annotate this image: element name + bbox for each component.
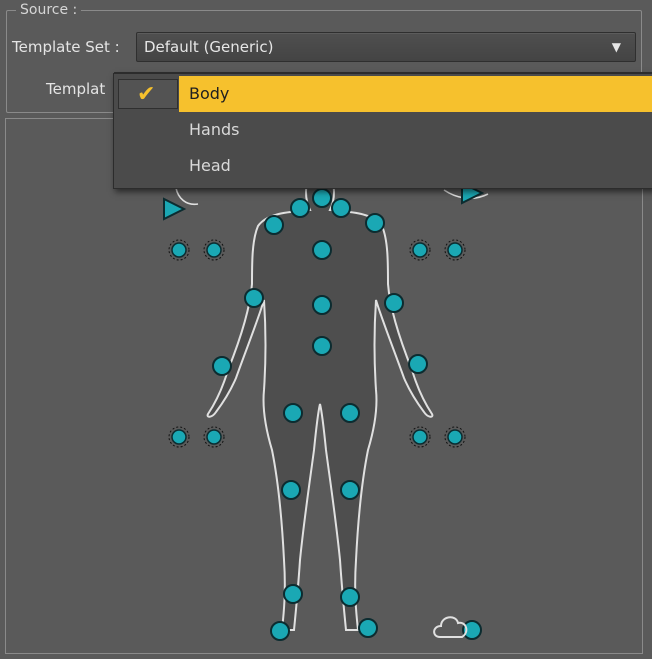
body-silhouette xyxy=(206,168,434,631)
menu-item-hands[interactable]: Hands xyxy=(114,112,652,148)
joint-node-rcollar[interactable] xyxy=(331,198,351,218)
dotted-node[interactable] xyxy=(447,242,463,258)
joint-node-rhand[interactable] xyxy=(408,354,428,374)
joint-node-chest[interactable] xyxy=(312,240,332,260)
menu-item-label: Body xyxy=(189,84,230,103)
dotted-node[interactable] xyxy=(412,429,428,445)
joint-node-lshoulder[interactable] xyxy=(264,215,284,235)
menu-item-label: Hands xyxy=(189,120,240,139)
joint-node-lshin[interactable] xyxy=(283,584,303,604)
joint-node-rshin[interactable] xyxy=(340,587,360,607)
joint-node-lcollar[interactable] xyxy=(290,198,310,218)
dotted-node[interactable] xyxy=(447,429,463,445)
menu-item-label: Head xyxy=(189,156,231,175)
joint-node-lfoot[interactable] xyxy=(270,621,290,641)
joint-node-abdomen[interactable] xyxy=(312,295,332,315)
joint-node-lthigh[interactable] xyxy=(283,403,303,423)
joint-node-lknee[interactable] xyxy=(281,480,301,500)
joint-node-relbow[interactable] xyxy=(384,293,404,313)
dotted-node[interactable] xyxy=(412,242,428,258)
check-column: ✔ xyxy=(114,76,179,112)
joint-node-rthigh[interactable] xyxy=(340,403,360,423)
menu-item-body[interactable]: ✔ Body xyxy=(114,76,652,112)
template-dropdown-list[interactable]: ✔ Body Hands Head xyxy=(113,73,652,189)
joint-node-rknee[interactable] xyxy=(340,480,360,500)
left-rotate-handle-icon[interactable] xyxy=(163,197,187,221)
joint-node-rshoulder[interactable] xyxy=(365,213,385,233)
joint-node-lelbow[interactable] xyxy=(244,288,264,308)
dotted-node[interactable] xyxy=(171,429,187,445)
menu-item-head[interactable]: Head xyxy=(114,148,652,184)
dotted-node[interactable] xyxy=(206,429,222,445)
joint-node-hip[interactable] xyxy=(312,336,332,356)
joint-node-rfoot[interactable] xyxy=(358,618,378,638)
dotted-node[interactable] xyxy=(206,242,222,258)
checkmark-icon: ✔ xyxy=(137,82,156,107)
dotted-node[interactable] xyxy=(171,242,187,258)
joint-node-lhand[interactable] xyxy=(212,356,232,376)
cloud-icon[interactable] xyxy=(433,616,468,638)
left-hand-outline xyxy=(175,187,199,206)
joint-node-neck[interactable] xyxy=(312,188,332,208)
check-box: ✔ xyxy=(118,79,178,109)
